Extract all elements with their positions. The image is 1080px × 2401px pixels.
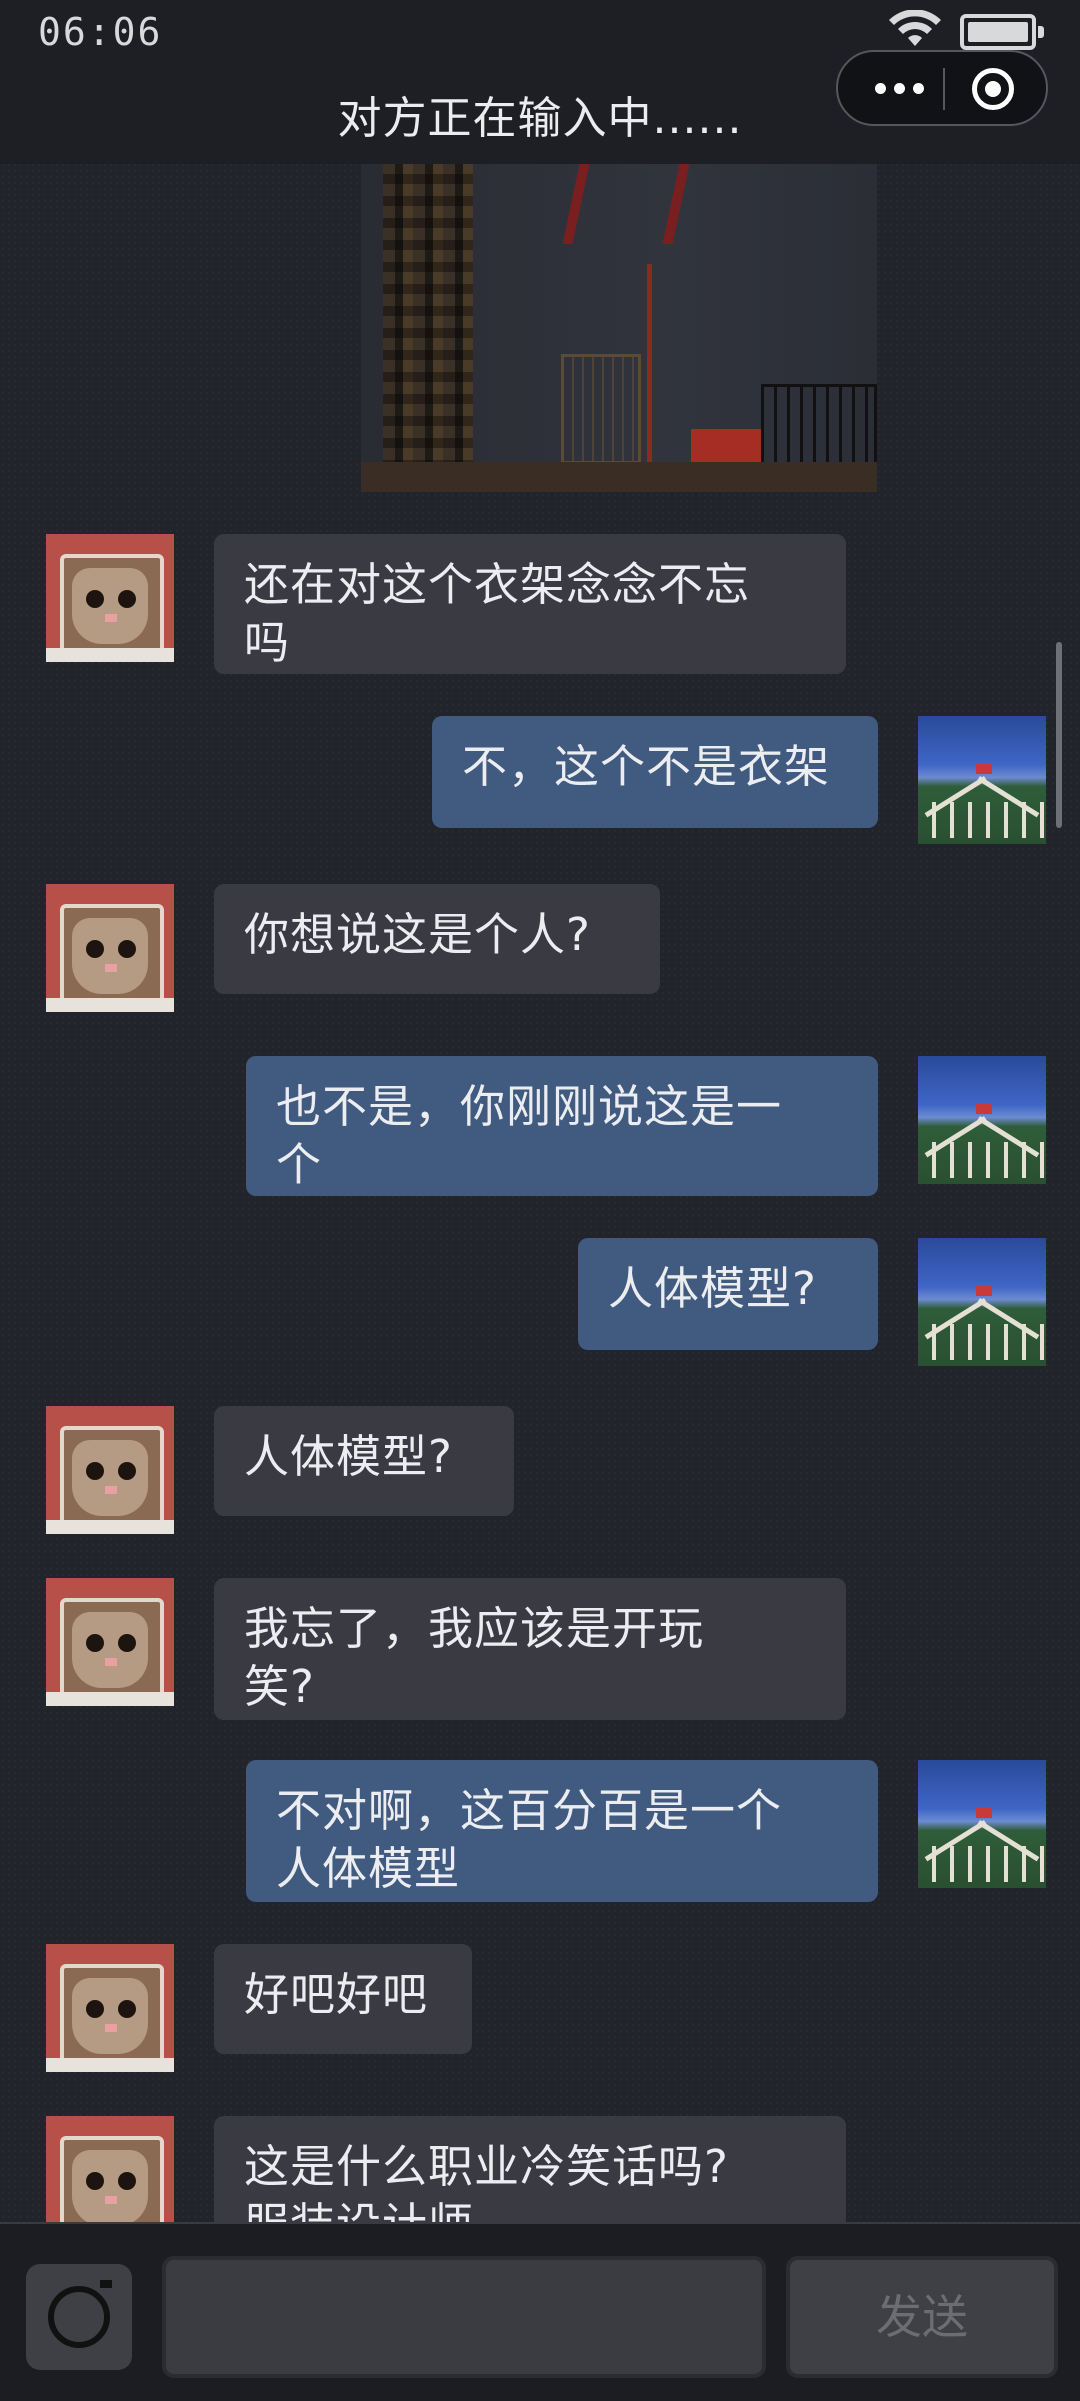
user-avatar[interactable] — [918, 716, 1046, 844]
user-avatar[interactable] — [918, 1760, 1046, 1888]
image-hanger — [562, 164, 690, 244]
close-icon[interactable] — [972, 68, 1014, 110]
contact-avatar[interactable] — [46, 534, 174, 662]
send-button[interactable]: 发送 — [786, 2256, 1058, 2378]
message-bubble-outgoing[interactable]: 也不是，你刚刚说这是一 个 — [246, 1056, 878, 1196]
message-bubble-incoming[interactable]: 人体模型? — [214, 1406, 514, 1516]
image-stand-pole — [647, 264, 652, 474]
user-avatar[interactable] — [918, 1238, 1046, 1366]
camera-button[interactable] — [26, 2264, 132, 2370]
image-basket — [561, 354, 641, 464]
message-bubble-outgoing[interactable]: 不对啊，这百分百是一个 人体模型 — [246, 1760, 878, 1902]
scrollbar-thumb[interactable] — [1056, 642, 1062, 828]
message-bubble-incoming[interactable]: 好吧好吧 — [214, 1944, 472, 2054]
battery-icon — [960, 14, 1044, 50]
contact-avatar[interactable] — [46, 1578, 174, 1706]
message-bubble-outgoing[interactable]: 不，这个不是衣架 — [432, 716, 878, 828]
message-bubble-incoming[interactable]: 我忘了，我应该是开玩 笑? — [214, 1578, 846, 1720]
status-time: 06:06 — [38, 10, 163, 54]
image-curtain — [383, 164, 473, 492]
camera-icon — [48, 2286, 110, 2348]
user-avatar[interactable] — [918, 1056, 1046, 1184]
capsule-divider — [943, 68, 945, 110]
contact-avatar[interactable] — [46, 1944, 174, 2072]
message-bubble-incoming[interactable]: 还在对这个衣架念念不忘 吗 — [214, 534, 846, 674]
contact-avatar[interactable] — [46, 1406, 174, 1534]
mini-program-capsule — [836, 50, 1048, 126]
message-bubble-incoming[interactable]: 你想说这是个人? — [214, 884, 660, 994]
more-icon[interactable] — [864, 70, 934, 106]
chat-image-message[interactable] — [361, 164, 877, 492]
message-input[interactable] — [162, 2256, 766, 2378]
composer-bar: 发送 — [0, 2222, 1080, 2401]
image-floor — [361, 462, 877, 492]
message-bubble-outgoing[interactable]: 人体模型? — [578, 1238, 878, 1350]
contact-avatar[interactable] — [46, 884, 174, 1012]
wifi-icon — [889, 10, 941, 46]
